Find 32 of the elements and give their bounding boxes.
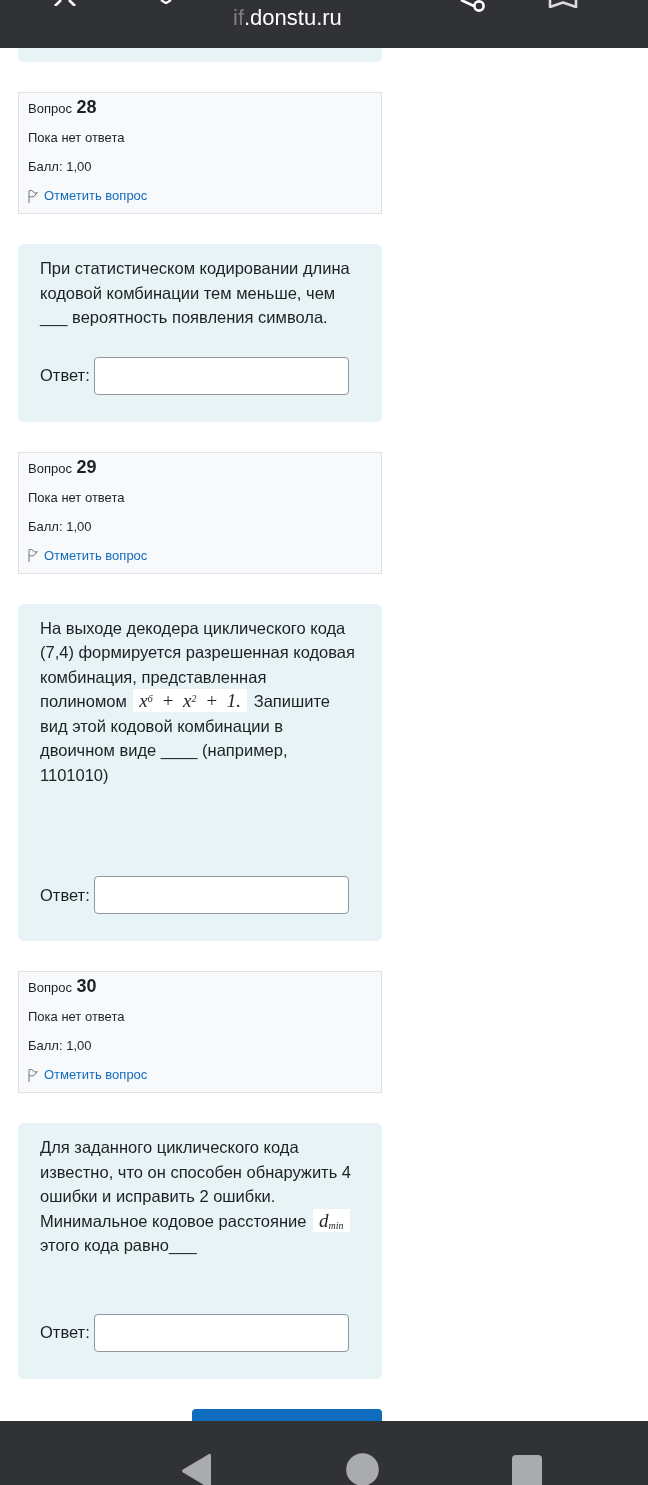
question-number: Вопрос 28 (28, 98, 98, 119)
flag-question-link[interactable]: Отметить вопрос (28, 185, 148, 207)
bookmark-icon[interactable] (548, 0, 578, 8)
home-icon[interactable] (346, 1453, 379, 1485)
answer-status: Пока нет ответа (28, 129, 126, 147)
question-text: На выходе декодера циклического кода (7,4) формируется разрешенная кодовая комбинация, представленная полиномом x$^{6}$ + x$^{2}$ + 1. Запишите вид этой кодовой комбинации в двоичном виде ____ (например, 1101010) (40, 617, 355, 786)
grade-text: Балл: 1,00 (28, 1037, 93, 1055)
answer-field[interactable] (93, 1313, 349, 1352)
answer-label: Ответ: (40, 884, 90, 906)
question-text: Для заданного циклического кода известно, что он способен обнаружить 4 ошибки и исправить 2 ошибки. Минимальное кодовое расстояние d$_{min}$ этого кода равно___ (40, 1137, 353, 1257)
back-icon[interactable] (181, 1453, 211, 1485)
answer-status: Пока нет ответа (28, 1008, 126, 1026)
question-number: Вопрос 29 (28, 457, 98, 479)
address-text[interactable]: if.donstu.ru (233, 5, 342, 30)
chevron-down-icon[interactable] (160, 0, 172, 4)
question-number: Вопрос 30 (28, 977, 98, 998)
answer-status: Пока нет ответа (28, 488, 126, 507)
flag-question-link[interactable]: Отметить вопрос (28, 544, 148, 567)
grade-text: Балл: 1,00 (28, 158, 93, 176)
flag-icon (28, 1068, 38, 1082)
answer-field[interactable] (93, 876, 349, 914)
answer-label: Ответ: (40, 1322, 90, 1344)
flag-question-link[interactable]: Отметить вопрос (28, 1064, 148, 1086)
grade-text: Балл: 1,00 (28, 517, 93, 536)
question-text: При статистическом кодировании длина кодовой комбинации тем меньше, чем ___ вероятность появления символа. (40, 258, 351, 329)
close-icon[interactable] (52, 0, 78, 6)
share-icon[interactable] (458, 0, 486, 13)
answer-label: Ответ: (40, 365, 90, 387)
action-button[interactable] (192, 1408, 382, 1421)
answer-field[interactable] (93, 356, 349, 395)
flag-icon (28, 549, 38, 562)
flag-icon (28, 189, 38, 203)
